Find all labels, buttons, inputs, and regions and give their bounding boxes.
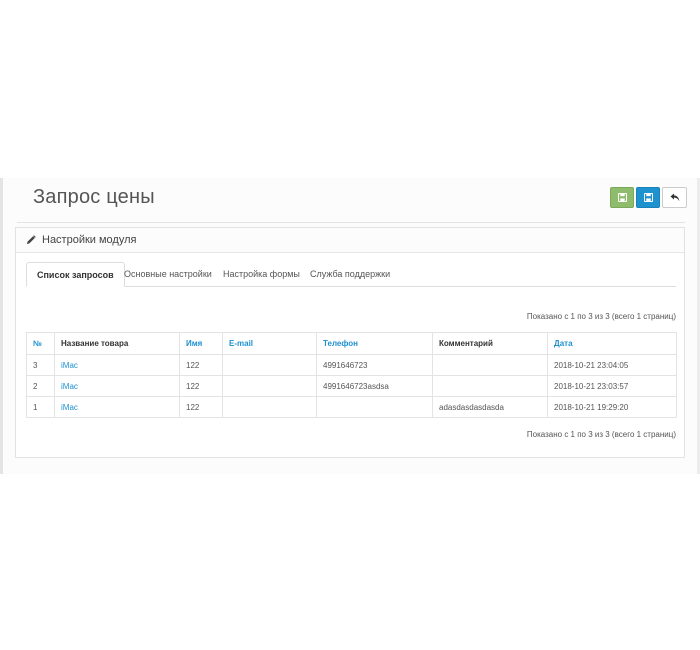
floppy-disk-icon bbox=[617, 193, 627, 202]
floppy-disk-icon bbox=[643, 193, 653, 202]
col-header-date[interactable]: Дата bbox=[547, 332, 677, 355]
panel-heading: Настройки модуля bbox=[16, 228, 684, 253]
tab-main-settings[interactable]: Основные настройки bbox=[114, 262, 222, 286]
page-title: Запрос цены bbox=[33, 186, 155, 208]
table-header-row: № Название товара Имя E-mail Телефон Ком… bbox=[26, 332, 677, 355]
pagination-summary-bottom: Показано с 1 по 3 из 3 (всего 1 страниц) bbox=[526, 430, 676, 439]
save-button-blue[interactable] bbox=[636, 187, 660, 208]
col-header-comment: Комментарий bbox=[432, 332, 548, 355]
col-header-product: Название товара bbox=[54, 332, 180, 355]
cell-product-link[interactable]: iMac bbox=[54, 375, 180, 397]
cell-comment bbox=[432, 375, 548, 397]
cell-comment: adasdasdasdasda bbox=[432, 396, 548, 418]
back-button[interactable] bbox=[662, 187, 687, 208]
cell-product-link[interactable]: iMac bbox=[54, 354, 180, 376]
cell-comment bbox=[432, 354, 548, 376]
table-row: 1 iMac 122 adasdasdasdasda 2018-10-21 19… bbox=[26, 396, 677, 418]
tab-bar: Список запросов Основные настройки Настр… bbox=[26, 262, 676, 287]
tab-form-settings[interactable]: Настройка формы bbox=[213, 262, 310, 286]
save-button-green[interactable] bbox=[610, 187, 634, 208]
settings-panel: Настройки модуля Список запросов Основны… bbox=[15, 227, 685, 458]
tab-request-list[interactable]: Список запросов bbox=[26, 262, 125, 287]
cell-phone: 4991646723 bbox=[316, 354, 433, 376]
left-edge bbox=[0, 178, 3, 474]
reply-arrow-icon bbox=[670, 193, 679, 202]
cell-date: 2018-10-21 23:04:05 bbox=[547, 354, 677, 376]
header-divider bbox=[17, 222, 685, 223]
cell-name: 122 bbox=[179, 354, 223, 376]
col-header-number[interactable]: № bbox=[26, 332, 55, 355]
cell-email bbox=[222, 354, 317, 376]
requests-table: № Название товара Имя E-mail Телефон Ком… bbox=[26, 332, 677, 418]
cell-name: 122 bbox=[179, 375, 223, 397]
cell-number: 3 bbox=[26, 354, 55, 376]
pencil-icon bbox=[26, 235, 36, 245]
cell-date: 2018-10-21 19:29:20 bbox=[547, 396, 677, 418]
table-row: 3 iMac 122 4991646723 2018-10-21 23:04:0… bbox=[26, 354, 677, 376]
col-header-phone[interactable]: Телефон bbox=[316, 332, 433, 355]
panel-title: Настройки модуля bbox=[42, 234, 137, 246]
cell-number: 2 bbox=[26, 375, 55, 397]
cell-name: 122 bbox=[179, 396, 223, 418]
cell-phone bbox=[316, 396, 433, 418]
cell-email bbox=[222, 396, 317, 418]
col-header-name[interactable]: Имя bbox=[179, 332, 223, 355]
cell-date: 2018-10-21 23:03:57 bbox=[547, 375, 677, 397]
pagination-summary-top: Показано с 1 по 3 из 3 (всего 1 страниц) bbox=[526, 312, 676, 321]
cell-product-link[interactable]: iMac bbox=[54, 396, 180, 418]
col-header-email[interactable]: E-mail bbox=[222, 332, 317, 355]
cell-email bbox=[222, 375, 317, 397]
tab-support[interactable]: Служба поддержки bbox=[300, 262, 400, 286]
table-row: 2 iMac 122 4991646723asdsa 2018-10-21 23… bbox=[26, 375, 677, 397]
cell-phone: 4991646723asdsa bbox=[316, 375, 433, 397]
cell-number: 1 bbox=[26, 396, 55, 418]
